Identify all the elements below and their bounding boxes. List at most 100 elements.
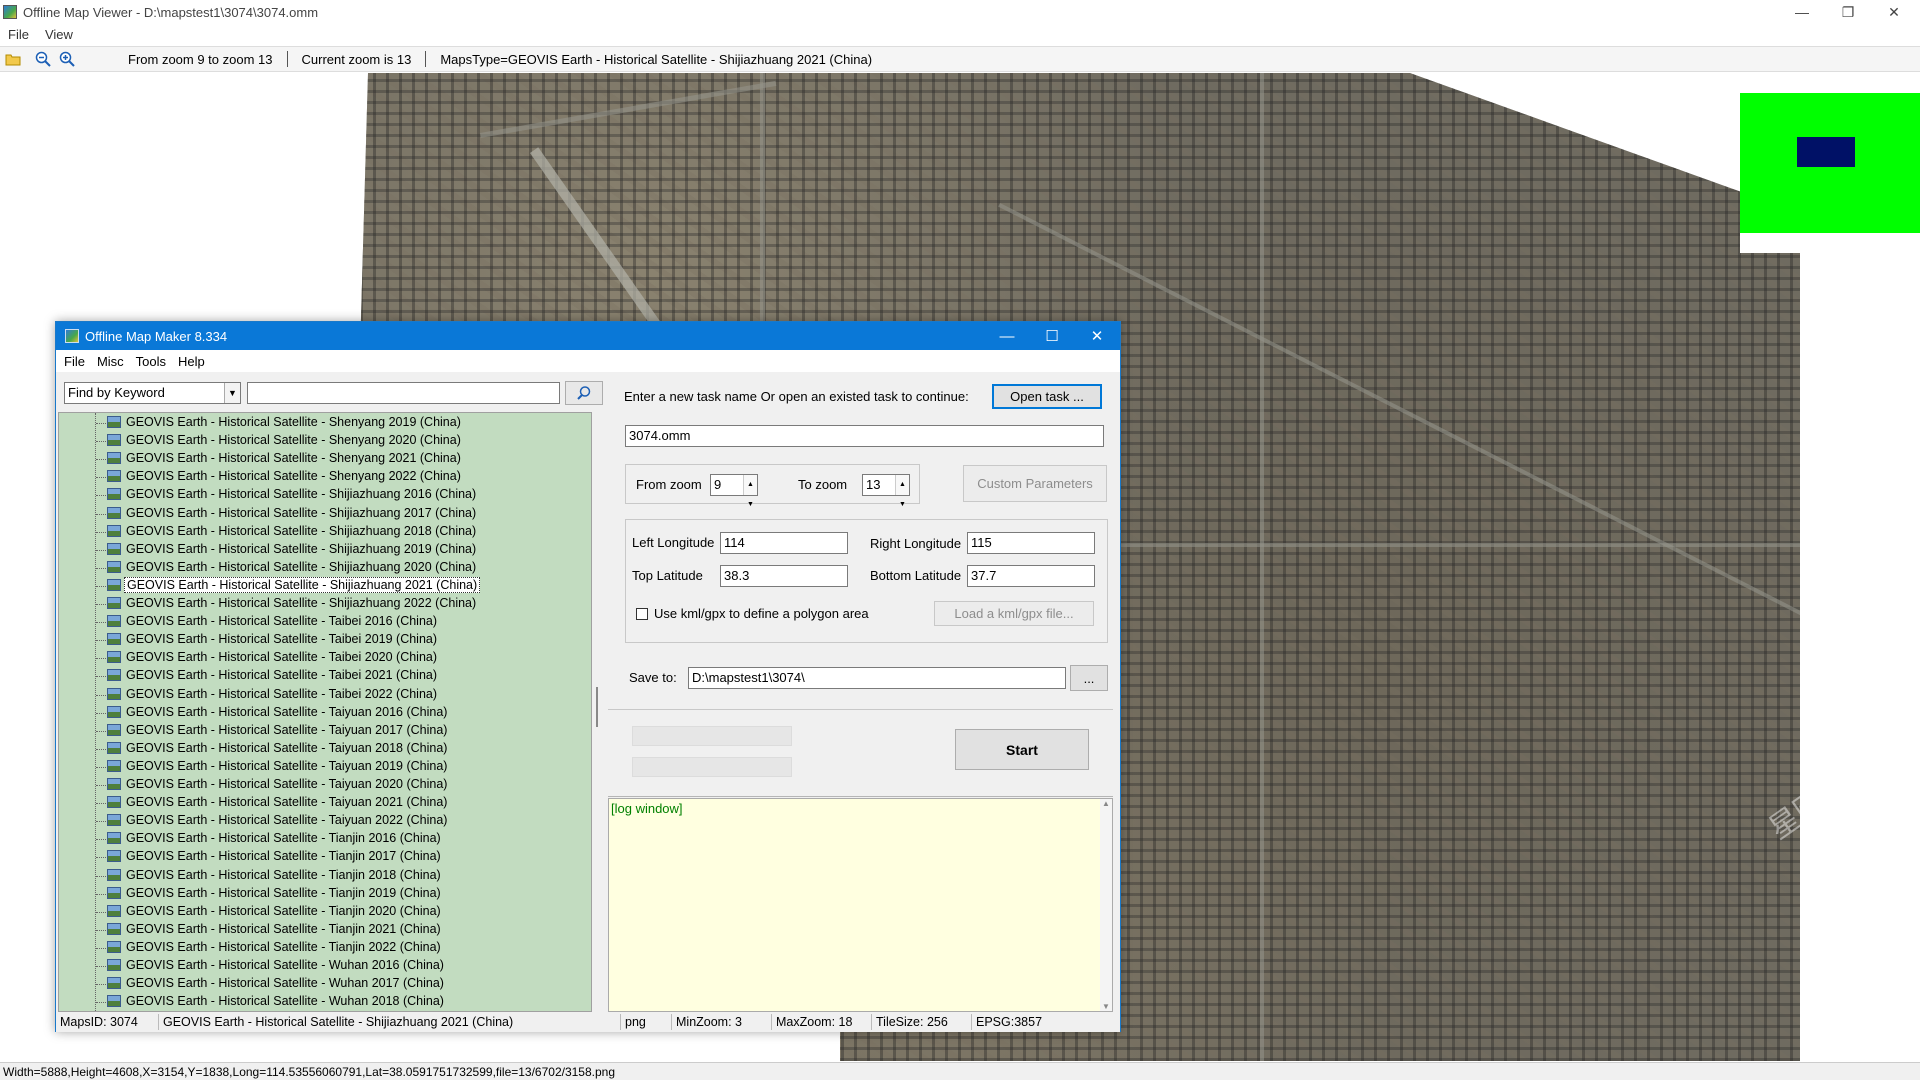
map-tile-icon	[107, 488, 121, 501]
tree-connector	[96, 658, 106, 660]
from-zoom-value: 9	[714, 477, 722, 492]
tree-item[interactable]: GEOVIS Earth - Historical Satellite - Sh…	[59, 450, 591, 468]
tree-item[interactable]: GEOVIS Earth - Historical Satellite - Ti…	[59, 830, 591, 848]
tree-item[interactable]: GEOVIS Earth - Historical Satellite - Ti…	[59, 903, 591, 921]
tree-item[interactable]: GEOVIS Earth - Historical Satellite - Sh…	[59, 432, 591, 450]
dialog-title: Offline Map Maker 8.334	[85, 328, 228, 344]
tree-item[interactable]: GEOVIS Earth - Historical Satellite - Sh…	[59, 595, 591, 613]
offline-map-maker-dialog: Offline Map Maker 8.334 — ☐ ✕ File Misc …	[55, 321, 1121, 1032]
tree-item[interactable]: GEOVIS Earth - Historical Satellite - Wu…	[59, 957, 591, 975]
tree-item[interactable]: GEOVIS Earth - Historical Satellite - Sh…	[59, 468, 591, 486]
tree-connector	[96, 911, 106, 913]
log-scrollbar[interactable]: ▲ ▼	[1100, 799, 1112, 1011]
map-tile-icon	[107, 977, 121, 990]
tree-item[interactable]: GEOVIS Earth - Historical Satellite - Sh…	[59, 559, 591, 577]
zoom-in-icon[interactable]	[56, 48, 78, 70]
dialog-minimize-icon[interactable]: —	[985, 322, 1029, 350]
map-tile-icon	[107, 470, 121, 483]
status-min-zoom: MinZoom: 3	[672, 1014, 772, 1030]
chevron-down-icon[interactable]: ▼	[224, 383, 240, 403]
spinner-arrows-icon[interactable]: ▲ ▼	[743, 475, 757, 508]
tree-item[interactable]: GEOVIS Earth - Historical Satellite - Ti…	[59, 848, 591, 866]
tree-item[interactable]: GEOVIS Earth - Historical Satellite - Ti…	[59, 867, 591, 885]
dialog-menu-misc[interactable]: Misc	[91, 354, 130, 369]
top-latitude-field[interactable]: 38.3	[720, 565, 848, 587]
open-folder-icon[interactable]	[2, 48, 24, 70]
close-icon[interactable]: ✕	[1872, 0, 1916, 24]
dialog-titlebar: Offline Map Maker 8.334	[56, 322, 1120, 350]
tree-item[interactable]: GEOVIS Earth - Historical Satellite - Ta…	[59, 794, 591, 812]
tree-item[interactable]: GEOVIS Earth - Historical Satellite - Ta…	[59, 776, 591, 794]
custom-parameters-button[interactable]: Custom Parameters	[963, 465, 1107, 502]
map-tile-icon	[107, 832, 121, 845]
to-zoom-spinner[interactable]: 13 ▲ ▼	[862, 474, 910, 508]
load-kml-button[interactable]: Load a kml/gpx file...	[934, 601, 1094, 626]
bottom-latitude-field[interactable]: 37.7	[967, 565, 1095, 587]
tree-item[interactable]: GEOVIS Earth - Historical Satellite - Ta…	[59, 758, 591, 776]
progress-bar-2	[632, 757, 792, 777]
zoom-out-icon[interactable]	[32, 48, 54, 70]
tree-connector	[96, 821, 106, 823]
tree-item[interactable]: GEOVIS Earth - Historical Satellite - Sh…	[59, 576, 591, 595]
tree-item[interactable]: GEOVIS Earth - Historical Satellite - Ta…	[59, 704, 591, 722]
tree-connector	[96, 495, 106, 497]
menu-file[interactable]: File	[0, 27, 37, 42]
tree-item[interactable]: GEOVIS Earth - Historical Satellite - Ti…	[59, 921, 591, 939]
tree-item[interactable]: GEOVIS Earth - Historical Satellite - Ta…	[59, 722, 591, 740]
log-window[interactable]: [log window] ▲ ▼	[608, 798, 1113, 1012]
minimize-icon[interactable]: —	[1780, 0, 1824, 24]
status-tile-size: TileSize: 256	[872, 1014, 972, 1030]
overview-viewport[interactable]	[1797, 137, 1855, 167]
tree-item-label: GEOVIS Earth - Historical Satellite - Sh…	[126, 523, 477, 538]
dialog-menu-tools[interactable]: Tools	[130, 354, 172, 369]
menu-view[interactable]: View	[37, 27, 81, 42]
overview-map[interactable]	[1740, 93, 1920, 233]
search-button[interactable]	[565, 381, 603, 405]
tree-connector	[96, 513, 106, 515]
dialog-close-icon[interactable]: ✕	[1075, 322, 1119, 350]
restore-icon[interactable]: ❐	[1826, 0, 1870, 24]
dialog-menu-help[interactable]: Help	[172, 354, 211, 369]
use-kml-checkbox[interactable]	[636, 608, 648, 620]
tree-item[interactable]: GEOVIS Earth - Historical Satellite - Sh…	[59, 505, 591, 523]
tree-item[interactable]: GEOVIS Earth - Historical Satellite - Ta…	[59, 812, 591, 830]
tree-item[interactable]: GEOVIS Earth - Historical Satellite - Ti…	[59, 885, 591, 903]
right-longitude-field[interactable]: 115	[967, 532, 1095, 554]
tree-item[interactable]: GEOVIS Earth - Historical Satellite - Ta…	[59, 740, 591, 758]
tree-item[interactable]: GEOVIS Earth - Historical Satellite - Wu…	[59, 993, 591, 1011]
tree-item[interactable]: GEOVIS Earth - Historical Satellite - Sh…	[59, 486, 591, 504]
left-longitude-field[interactable]: 114	[720, 532, 848, 554]
tree-item[interactable]: GEOVIS Earth - Historical Satellite - Wu…	[59, 975, 591, 993]
viewer-status-text: Width=5888,Height=4608,X=3154,Y=1838,Lon…	[3, 1064, 616, 1079]
spinner-arrows-icon[interactable]: ▲ ▼	[895, 475, 909, 508]
save-to-field[interactable]: D:\mapstest1\3074\	[688, 667, 1066, 689]
tree-scrollbar[interactable]	[593, 412, 601, 1012]
tree-item[interactable]: GEOVIS Earth - Historical Satellite - Ti…	[59, 939, 591, 957]
tree-item[interactable]: GEOVIS Earth - Historical Satellite - Ta…	[59, 686, 591, 704]
map-tile-icon	[107, 524, 121, 537]
tree-item-label: GEOVIS Earth - Historical Satellite - Sh…	[126, 451, 461, 466]
find-mode-select[interactable]: Find by Keyword ▼	[64, 382, 241, 404]
tree-item[interactable]: GEOVIS Earth - Historical Satellite - Sh…	[59, 523, 591, 541]
tree-connector	[96, 459, 106, 461]
tree-item[interactable]: GEOVIS Earth - Historical Satellite - Ta…	[59, 613, 591, 631]
tree-item[interactable]: GEOVIS Earth - Historical Satellite - Ta…	[59, 649, 591, 667]
open-task-button[interactable]: Open task ...	[992, 384, 1102, 409]
map-type-tree[interactable]: GEOVIS Earth - Historical Satellite - Sh…	[58, 412, 592, 1012]
dialog-menu-file[interactable]: File	[56, 354, 91, 369]
search-input[interactable]	[247, 382, 560, 404]
map-tile-icon	[107, 796, 121, 809]
from-zoom-spinner[interactable]: 9 ▲ ▼	[710, 474, 758, 508]
map-tile-icon	[107, 506, 121, 519]
browse-button[interactable]: ...	[1070, 665, 1108, 691]
use-kml-label: Use kml/gpx to define a polygon area	[654, 606, 869, 621]
tree-item[interactable]: GEOVIS Earth - Historical Satellite - Sh…	[59, 541, 591, 559]
task-name-field[interactable]: 3074.omm	[625, 425, 1104, 447]
scrollbar-thumb[interactable]	[596, 687, 598, 727]
tree-item[interactable]: GEOVIS Earth - Historical Satellite - Sh…	[59, 414, 591, 432]
viewer-title: Offline Map Viewer - D:\mapstest1\3074\3…	[23, 4, 319, 20]
dialog-maximize-icon[interactable]: ☐	[1030, 322, 1074, 350]
start-button[interactable]: Start	[955, 729, 1089, 770]
tree-item[interactable]: GEOVIS Earth - Historical Satellite - Ta…	[59, 667, 591, 685]
tree-item[interactable]: GEOVIS Earth - Historical Satellite - Ta…	[59, 631, 591, 649]
